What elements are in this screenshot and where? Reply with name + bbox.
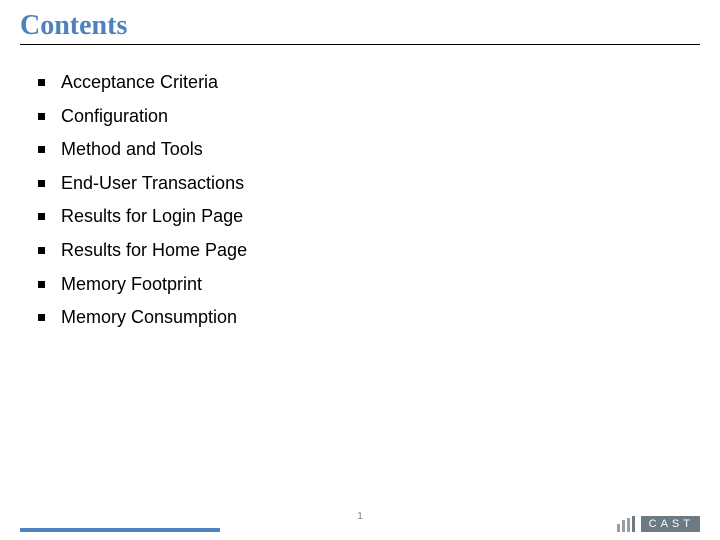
- page-number: 1: [0, 511, 720, 522]
- toc-item: Memory Footprint: [38, 274, 538, 296]
- bullet-icon: [38, 213, 45, 220]
- toc-item: Memory Consumption: [38, 307, 538, 329]
- toc-item: Results for Login Page: [38, 206, 538, 228]
- slide-title: Contents: [20, 10, 127, 42]
- cast-logo: CAST: [615, 516, 700, 532]
- toc-item: End-User Transactions: [38, 173, 538, 195]
- bullet-icon: [38, 314, 45, 321]
- toc-item: Configuration: [38, 106, 538, 128]
- bullet-icon: [38, 281, 45, 288]
- toc-text: Method and Tools: [61, 139, 538, 161]
- slide: Contents Acceptance Criteria Configurati…: [0, 0, 720, 540]
- bullet-icon: [38, 113, 45, 120]
- toc-text: Memory Consumption: [61, 307, 538, 329]
- toc-text: Results for Home Page: [61, 240, 538, 262]
- title-underline: [20, 44, 700, 45]
- toc-item: Method and Tools: [38, 139, 538, 161]
- bullet-icon: [38, 247, 45, 254]
- logo-bars-icon: [615, 516, 635, 532]
- logo-text: CAST: [641, 516, 700, 532]
- toc-text: Results for Login Page: [61, 206, 538, 228]
- bullet-icon: [38, 180, 45, 187]
- bullet-icon: [38, 146, 45, 153]
- toc-text: End-User Transactions: [61, 173, 538, 195]
- toc-text: Configuration: [61, 106, 538, 128]
- toc-text: Memory Footprint: [61, 274, 538, 296]
- toc-item: Results for Home Page: [38, 240, 538, 262]
- toc-item: Acceptance Criteria: [38, 72, 538, 94]
- toc-text: Acceptance Criteria: [61, 72, 538, 94]
- table-of-contents: Acceptance Criteria Configuration Method…: [38, 60, 538, 341]
- footer-accent-bar: [20, 528, 220, 532]
- bullet-icon: [38, 79, 45, 86]
